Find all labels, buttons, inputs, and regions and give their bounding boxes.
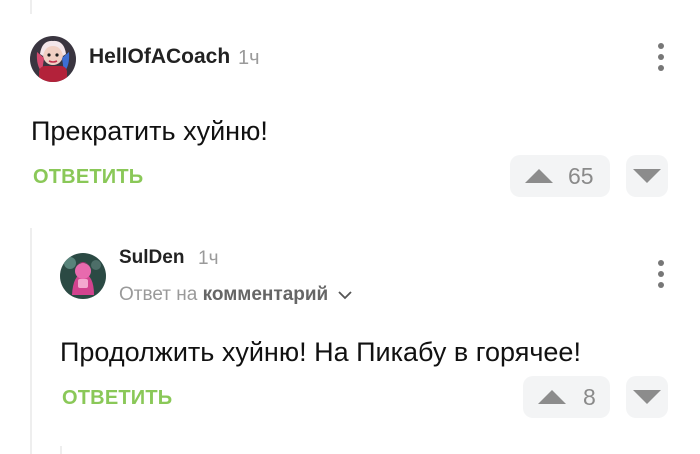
- reply-button[interactable]: ОТВЕТИТЬ: [62, 387, 172, 410]
- more-vert-icon[interactable]: [656, 260, 666, 288]
- vote-down-button[interactable]: [626, 155, 668, 197]
- reply-button[interactable]: ОТВЕТИТЬ: [33, 166, 143, 189]
- rating-count: 8: [583, 383, 596, 410]
- vote-down-button[interactable]: [626, 376, 668, 418]
- arrow-down-icon: [633, 169, 661, 183]
- thread-line-nested: [60, 446, 62, 454]
- arrow-down-icon: [633, 390, 661, 404]
- more-vert-icon[interactable]: [656, 43, 666, 71]
- comment-text: Прекратить хуйню!: [31, 116, 268, 146]
- thread-line-reply: [30, 228, 32, 454]
- reply-to-link[interactable]: Ответ на комментарий: [119, 284, 352, 306]
- reply-to-target: комментарий: [202, 284, 329, 305]
- arrow-up-icon: [538, 390, 566, 404]
- avatar-image: [30, 36, 76, 82]
- arrow-up-icon: [525, 169, 553, 183]
- avatar[interactable]: [60, 253, 106, 299]
- avatar[interactable]: [30, 36, 76, 82]
- rating-count: 65: [568, 162, 594, 189]
- thread-line-top: [30, 0, 32, 14]
- comment-text: Продолжить хуйню! На Пикабу в горячее!: [60, 337, 581, 367]
- vote-up-button[interactable]: 8: [523, 376, 610, 418]
- comment-author[interactable]: SulDen: [119, 247, 184, 269]
- vote-up-button[interactable]: 65: [510, 155, 610, 197]
- avatar-image: [60, 253, 106, 299]
- chevron-down-icon: [337, 291, 352, 300]
- reply-to-prefix: Ответ на: [119, 284, 198, 305]
- comment-time: 1ч: [238, 47, 260, 69]
- comment-time: 1ч: [198, 248, 219, 269]
- comment-author[interactable]: HellOfACoach: [89, 45, 230, 69]
